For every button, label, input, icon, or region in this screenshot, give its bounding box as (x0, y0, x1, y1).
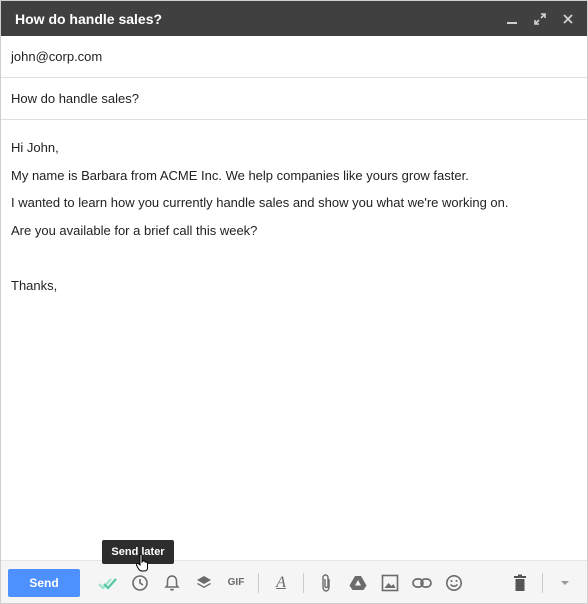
message-body[interactable]: Hi John, My name is Barbara from ACME In… (1, 120, 587, 300)
gif-icon[interactable]: GIF (224, 571, 248, 595)
window-controls (501, 8, 579, 30)
subject-field[interactable]: How do handle sales? (1, 78, 587, 120)
emoji-icon[interactable] (442, 571, 466, 595)
image-icon[interactable] (378, 571, 402, 595)
compose-title: How do handle sales? (15, 10, 163, 27)
format-label: A (276, 573, 286, 591)
body-line-blank (11, 244, 577, 272)
compose-window: How do handle sales? john@corp.com How d… (0, 0, 588, 604)
double-check-icon[interactable] (96, 571, 120, 595)
attachment-icon[interactable] (314, 571, 338, 595)
layers-icon[interactable] (192, 571, 216, 595)
compose-titlebar[interactable]: How do handle sales? (1, 1, 587, 36)
mouse-cursor-icon (135, 553, 148, 577)
subject-value: How do handle sales? (11, 91, 139, 106)
to-field[interactable]: john@corp.com (1, 36, 587, 78)
close-icon[interactable] (557, 8, 579, 30)
body-line: Are you available for a brief call this … (11, 222, 258, 238)
gif-label: GIF (227, 577, 245, 588)
compose-toolbar: Send GIF A (1, 560, 587, 603)
bell-icon[interactable] (160, 571, 184, 595)
body-line: My name is Barbara from ACME Inc. We hel… (11, 167, 469, 183)
toolbar-divider (258, 572, 259, 593)
body-line: I wanted to learn how you currently hand… (11, 195, 509, 210)
body-line: Thanks, (11, 278, 58, 293)
text-format-icon[interactable]: A (269, 571, 293, 595)
body-line: Hi John, (11, 140, 59, 155)
to-value: john@corp.com (11, 49, 103, 64)
trash-icon[interactable] (508, 571, 532, 595)
expand-icon[interactable] (529, 8, 551, 30)
toolbar-divider (303, 572, 304, 593)
toolbar-divider (542, 572, 543, 593)
link-icon[interactable] (410, 571, 434, 595)
send-button[interactable]: Send (8, 568, 80, 597)
drive-icon[interactable] (346, 571, 370, 595)
minimize-icon[interactable] (501, 8, 523, 30)
chevron-down-icon[interactable] (553, 571, 577, 595)
